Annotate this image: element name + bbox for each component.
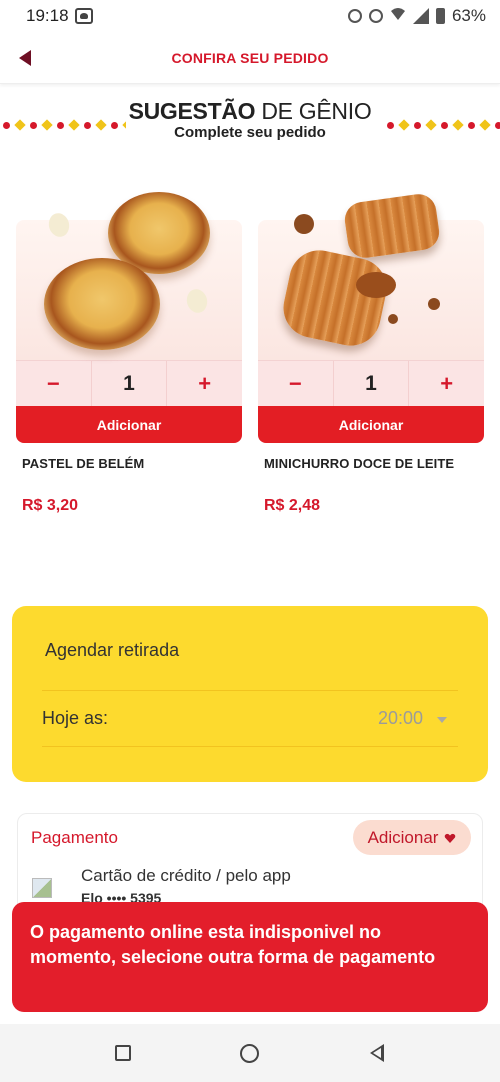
chocolate-drop-icon [388,314,398,324]
divider [42,746,458,747]
add-to-order-button[interactable]: Adicionar [16,406,242,443]
system-back-button[interactable] [357,1033,397,1073]
dropdown-caret-icon[interactable] [437,717,447,723]
vanilla-flower-icon [181,285,213,317]
product-card-pastel: − 1 + Adicionar PASTEL DE BELÉM R$ 3,20 [16,192,242,515]
back-arrow-icon [19,50,31,66]
decorative-garland-right [384,118,500,132]
suggestion-banner: SUGESTÃO DE GÊNIO Complete seu pedido [0,96,500,156]
increment-button[interactable]: + [409,361,484,406]
product-image [258,191,484,360]
system-nav-bar [0,1024,500,1082]
pickup-time-select[interactable]: 20:00 [378,708,423,729]
alarm-icon [347,9,362,23]
square-icon [115,1045,132,1061]
error-toast[interactable]: O pagamento online esta indisponivel no … [12,902,488,1012]
product-name: MINICHURRO DOCE DE LEITE [264,456,455,471]
schedule-pickup-box: Agendar retirada Hoje as: 20:00 [12,606,488,782]
add-to-order-button[interactable]: Adicionar [258,406,484,443]
divider [42,690,458,691]
circle-icon [240,1043,260,1063]
status-bar: 19:18 63% [0,0,500,32]
payment-title: Pagamento [31,828,118,847]
home-button[interactable] [230,1033,270,1073]
status-time: 19:18 [26,6,69,25]
decrement-button[interactable]: − [16,361,91,406]
dnd-icon [368,9,383,23]
recent-apps-button[interactable] [103,1033,143,1073]
notification-icon [74,8,93,24]
schedule-today-label: Hoje as: [42,708,109,728]
add-payment-button[interactable]: Adicionar [353,820,471,855]
quantity-stepper: − 1 + [16,360,242,406]
product-price: R$ 2,48 [264,497,321,514]
add-payment-label: Adicionar [367,827,439,847]
page-title: CONFIRA SEU PEDIDO [171,49,329,66]
quantity-stepper: − 1 + [258,360,484,406]
increment-button[interactable]: + [167,361,242,406]
suggestion-title-rest: DE GÊNIO [261,98,372,124]
churro-image [277,244,393,352]
suggestion-subtitle: Complete seu pedido [174,124,326,141]
triangle-back-icon [369,1044,384,1062]
vanilla-flower-icon [43,209,75,241]
chocolate-drop-icon [294,214,314,234]
battery-percent: 63% [451,6,486,25]
product-name: PASTEL DE BELÉM [22,456,145,471]
caramel-filling [356,272,396,298]
churro-image [342,191,442,261]
app-header: CONFIRA SEU PEDIDO [0,32,500,84]
product-image [16,192,242,360]
back-button[interactable] [14,46,38,70]
suggestion-title: SUGESTÃO DE GÊNIO [126,98,374,125]
status-icons: 63% [347,6,486,26]
quantity-value: 1 [90,361,168,406]
payment-method[interactable]: Cartão de crédito / pelo app [81,866,291,886]
pastel-image [44,258,160,350]
signal-icon [412,8,429,24]
wifi-icon [390,7,406,26]
heart-icon [445,833,456,843]
chocolate-drop-icon [428,298,440,310]
battery-icon [435,8,445,24]
product-price: R$ 3,20 [22,497,79,514]
card-brand-image [32,878,52,898]
suggestion-heading: SUGESTÃO DE GÊNIO Complete seu pedido [126,98,374,152]
product-card-minichurro: − 1 + Adicionar MINICHURRO DOCE DE LEITE… [258,191,484,515]
schedule-title: Agendar retirada [45,640,180,660]
decrement-button[interactable]: − [258,361,333,406]
suggestion-title-bold: SUGESTÃO [128,98,256,124]
quantity-value: 1 [332,361,410,406]
